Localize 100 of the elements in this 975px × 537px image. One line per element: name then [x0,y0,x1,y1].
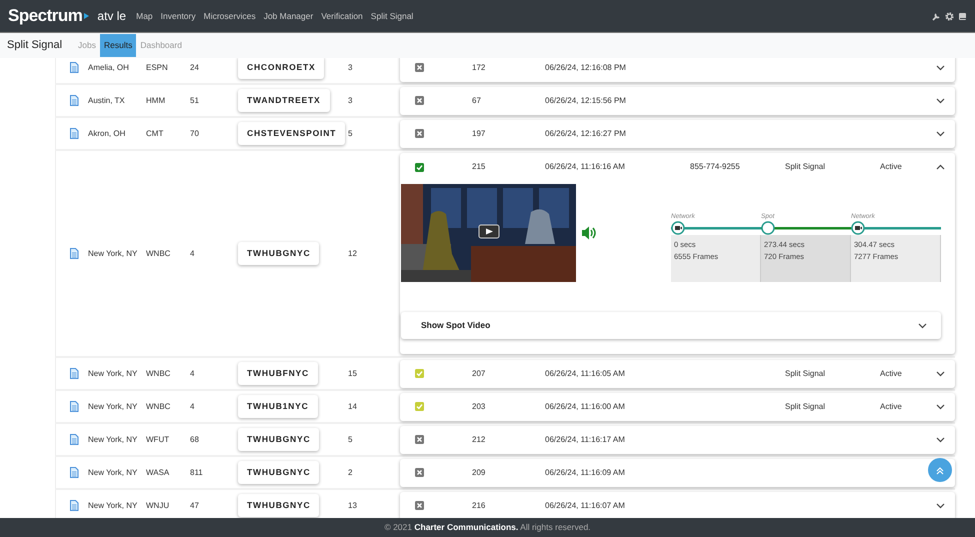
count-text: 14 [348,400,358,412]
timestamp-text: 06/26/24, 11:16:09 AM [545,466,626,478]
tab[interactable]: Results [100,34,136,57]
nav-link[interactable]: Job Manager [264,10,314,22]
status-text: Active [880,402,902,410]
timestamp-text: 06/26/24, 11:16:05 AM [545,368,626,380]
camera-marker-icon[interactable] [671,221,685,235]
failed-icon [415,435,424,444]
timestamp-text: 06/26/24, 11:16:07 AM [545,500,626,512]
expand-chevron-icon[interactable] [936,370,945,377]
location-text: Akron, OH [88,128,126,140]
result-card[interactable]: 67 06/26/24, 12:15:56 PM [400,86,955,114]
document-icon[interactable] [70,467,78,478]
page-title: Split Signal [7,38,62,54]
network-text: WNBC [146,368,172,380]
failed-icon [415,96,424,105]
timestamp-text: 06/26/24, 11:16:16 AM [545,161,626,173]
timestamp-text: 06/26/24, 11:16:00 AM [545,400,626,412]
location-text: New York, NY [88,400,138,412]
network-text: WFUT [146,434,170,446]
expand-chevron-icon[interactable] [936,403,945,410]
location-text: New York, NY [88,434,138,446]
zone-button[interactable]: TWHUBGNYC [238,461,320,484]
result-id: 216 [472,500,486,512]
channel-text: 4 [190,400,196,412]
result-id: 212 [472,434,486,446]
zone-button[interactable]: CHSTEVENSPOINT [238,122,346,145]
panel-title: Show Spot Video [421,319,490,332]
network-text: WNBC [146,400,172,412]
nav-link[interactable]: Microservices [204,10,256,22]
channel-text: 811 [190,466,204,478]
result-card[interactable]: 207 06/26/24, 11:16:05 AM Split Signal Active [400,360,955,388]
count-text: 5 [348,434,354,446]
status-text: Active [880,368,902,378]
document-icon[interactable] [70,368,78,379]
channel-text: 24 [190,62,200,74]
channel-text: 70 [190,128,200,140]
document-icon[interactable] [70,434,78,445]
nav-link[interactable]: Map [136,10,153,22]
result-card[interactable]: 212 06/26/24, 11:16:17 AM [400,426,955,454]
result-card[interactable]: 216 06/26/24, 11:16:07 AM [400,492,955,518]
type-text: Split Signal [785,402,826,410]
timestamp-text: 06/26/24, 12:16:08 PM [545,62,627,74]
network-text: HMM [146,94,166,106]
spot-video-panel[interactable]: Show Spot Video [401,312,941,339]
document-icon[interactable] [70,401,78,412]
zone-button[interactable]: TWHUBFNYC [238,362,318,385]
camera-marker-icon[interactable] [851,221,865,235]
network-text: WNBC [146,248,172,260]
zone-button[interactable]: TWANDTREETX [238,89,330,112]
result-card[interactable]: 172 06/26/24, 12:16:08 PM [400,58,955,82]
type-text: Split Signal [785,162,826,171]
expand-chevron-icon[interactable] [936,97,945,104]
zone-button[interactable]: TWHUBGNYC [238,428,320,451]
result-card[interactable]: 197 06/26/24, 12:16:27 PM [400,120,955,148]
count-text: 3 [348,94,354,106]
channel-text: 4 [190,368,196,380]
timeline-marker[interactable] [761,221,775,235]
brand-logo[interactable]: Spectrum [8,3,90,29]
expand-chevron-icon[interactable] [936,130,945,137]
document-icon[interactable] [70,500,78,511]
wrench-icon[interactable] [932,12,941,20]
document-icon[interactable] [70,95,78,106]
network-text: WASA [146,466,170,478]
channel-text: 47 [190,500,200,512]
expand-chevron-icon[interactable] [936,502,945,509]
location-text: Austin, TX [88,94,126,106]
location-text: New York, NY [88,248,138,260]
expand-chevron-icon[interactable] [918,322,927,329]
document-icon[interactable] [70,248,78,259]
zone-button[interactable]: CHCONROETX [238,58,324,79]
timestamp-text: 06/26/24, 12:15:56 PM [545,94,627,106]
location-text: New York, NY [88,466,138,478]
zone-button[interactable]: TWHUB1NYC [238,395,318,418]
copyright-text: © 2021 Charter Communications. All rights reserved. [384,521,591,534]
result-card[interactable]: 209 06/26/24, 11:16:09 AM [400,458,955,486]
status-text: Active [880,162,902,171]
location-text: Amelia, OH [88,62,130,74]
zone-button[interactable]: TWHUBGNYC [238,242,320,265]
document-icon[interactable] [70,128,78,139]
zone-button[interactable]: TWHUBGNYC [238,494,320,517]
count-text: 3 [348,62,354,74]
failed-icon [415,468,424,477]
book-icon[interactable] [958,12,967,20]
speaker-icon[interactable] [582,225,596,241]
check-icon [415,369,424,378]
result-card[interactable]: 203 06/26/24, 11:16:00 AM Split Signal Active [400,392,955,420]
expand-chevron-icon[interactable] [936,64,945,71]
nav-link[interactable]: Inventory [160,10,196,22]
failed-icon [415,501,424,510]
collapse-chevron-icon[interactable] [936,164,945,170]
count-text: 2 [348,466,354,478]
nav-link[interactable]: Verification [321,10,363,22]
settings-icon[interactable] [945,12,954,20]
channel-text: 68 [190,434,200,446]
location-text: New York, NY [88,500,138,512]
nav-link[interactable]: Split Signal [370,10,414,22]
expand-chevron-icon[interactable] [936,436,945,443]
count-text: 13 [348,500,358,512]
document-icon[interactable] [70,62,78,73]
